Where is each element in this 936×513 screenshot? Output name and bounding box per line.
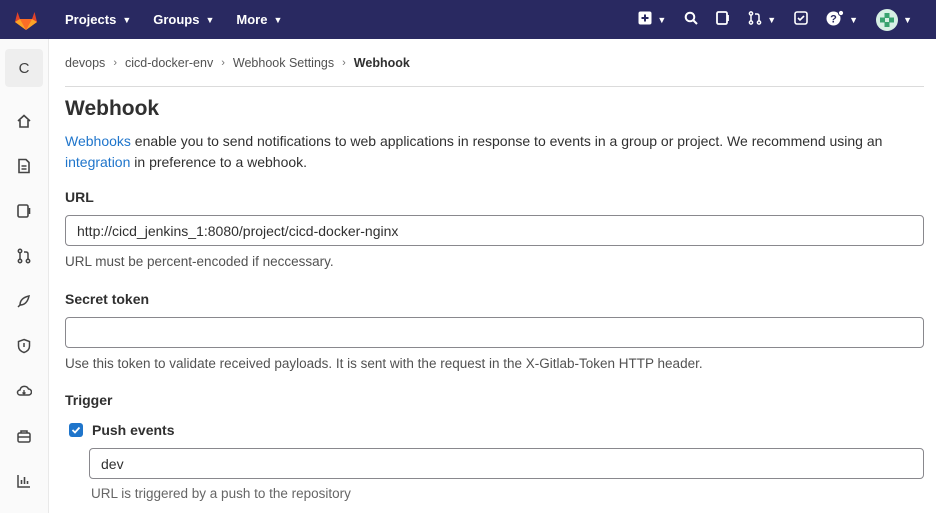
merge-requests-icon[interactable] [14, 246, 34, 266]
issues-button[interactable] [716, 11, 730, 28]
chevron-down-icon: ▼ [903, 14, 912, 25]
help-button[interactable]: ? ▼ [826, 9, 859, 29]
todos-button[interactable] [794, 11, 808, 28]
user-menu[interactable]: ▼ [876, 8, 912, 31]
secret-token-help-text: Use this token to validate received payl… [65, 356, 703, 371]
merge-requests-button[interactable]: ▼ [748, 11, 776, 28]
home-icon[interactable] [14, 111, 34, 131]
nav-more[interactable]: More ▼ [236, 12, 282, 27]
search-button[interactable] [684, 11, 698, 28]
checkmark-icon [71, 426, 81, 434]
chevron-down-icon: ▼ [122, 14, 132, 25]
intro-text-part-1: enable you to send notifications to web … [130, 133, 883, 149]
top-navbar: Projects ▼ Groups ▼ More ▼ ▼ ▼ ? ▼ ▼ [0, 0, 936, 39]
help-icon: ? [826, 9, 845, 29]
nav-projects-label: Projects [65, 12, 117, 27]
analytics-icon[interactable] [14, 471, 34, 491]
page-title: Webhook [65, 97, 160, 120]
push-events-branch-input[interactable]: dev [89, 448, 924, 479]
nav-groups[interactable]: Groups ▼ [153, 12, 214, 27]
search-icon [684, 11, 698, 28]
breadcrumb-item-devops[interactable]: devops [65, 56, 105, 70]
url-help-text: URL must be percent-encoded if neccessar… [65, 254, 334, 269]
repository-icon[interactable] [14, 156, 34, 176]
plus-square-icon [638, 11, 652, 28]
breadcrumb-item-webhook-settings[interactable]: Webhook Settings [233, 56, 334, 70]
todo-icon [794, 11, 808, 28]
push-events-row: Push events [65, 422, 924, 438]
breadcrumb: devops › cicd-docker-env › Webhook Setti… [65, 39, 924, 87]
chevron-right-icon: › [342, 56, 346, 69]
intro-text: Webhooks enable you to send notification… [65, 131, 924, 173]
chevron-right-icon: › [221, 56, 225, 69]
chevron-right-icon: › [113, 56, 117, 69]
project-avatar[interactable]: C [5, 49, 43, 87]
push-events-help-text: URL is triggered by a push to the reposi… [91, 486, 351, 501]
nav-projects[interactable]: Projects ▼ [65, 12, 131, 27]
push-events-label[interactable]: Push events [92, 422, 174, 438]
webhooks-link[interactable]: Webhooks [65, 133, 131, 149]
push-events-checkbox[interactable] [69, 423, 83, 437]
secret-token-input[interactable] [65, 317, 924, 348]
new-item-button[interactable]: ▼ [638, 11, 666, 28]
nav-groups-label: Groups [153, 12, 200, 27]
nav-more-label: More [236, 12, 268, 27]
issues-icon [716, 11, 730, 28]
project-sidebar: C [0, 39, 49, 513]
chevron-down-icon: ▼ [205, 14, 215, 25]
chevron-down-icon: ▼ [657, 14, 667, 25]
chevron-down-icon: ▼ [849, 14, 859, 25]
deployments-cloud-icon[interactable] [14, 381, 34, 401]
merge-request-icon [748, 11, 762, 28]
user-avatar [876, 8, 899, 31]
url-label: URL [65, 189, 94, 205]
secret-token-label: Secret token [65, 291, 150, 307]
gitlab-logo-icon[interactable] [0, 0, 52, 39]
main-content: devops › cicd-docker-env › Webhook Setti… [65, 39, 924, 501]
svg-text:?: ? [830, 14, 837, 26]
intro-text-part-2: in preference to a webhook. [130, 154, 308, 170]
chevron-down-icon: ▼ [273, 14, 283, 25]
cicd-rocket-icon[interactable] [14, 291, 34, 311]
breadcrumb-current: Webhook [353, 55, 410, 70]
chevron-down-icon: ▼ [767, 14, 777, 25]
issues-icon[interactable] [14, 201, 34, 221]
trigger-label: Trigger [65, 392, 113, 408]
url-input[interactable]: http://cicd_jenkins_1:8080/project/cicd-… [65, 215, 924, 246]
packages-icon[interactable] [14, 426, 34, 446]
integration-link[interactable]: integration [65, 154, 130, 170]
breadcrumb-item-project[interactable]: cicd-docker-env [125, 56, 213, 70]
security-shield-icon[interactable] [14, 336, 34, 356]
